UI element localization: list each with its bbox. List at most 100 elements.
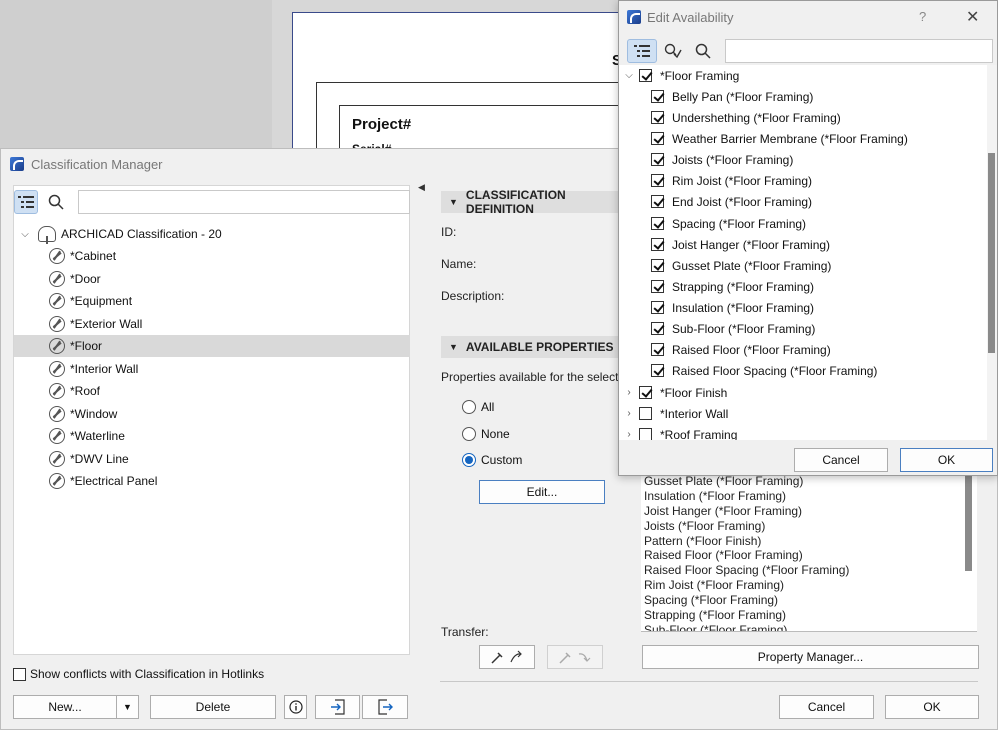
property-row[interactable]: Sub-Floor (*Floor Framing) [651,318,815,339]
property-checkbox[interactable] [651,301,664,314]
chevron-right-icon[interactable]: › [621,429,637,440]
radio-custom-button[interactable] [462,453,476,467]
property-row[interactable]: Rim Joist (*Floor Framing) [651,170,812,191]
classification-definition-header[interactable]: ▼ CLASSIFICATION DEFINITION [441,188,621,216]
radio-custom[interactable]: Custom [462,453,522,467]
property-checkbox[interactable] [651,90,664,103]
list-item[interactable]: Strapping (*Floor Framing) [641,608,977,623]
import-button[interactable] [315,695,360,719]
tree-item[interactable]: *Equipment [14,290,410,312]
group-checkbox[interactable] [639,386,652,399]
property-checkbox[interactable] [651,111,664,124]
availability-search-input[interactable] [725,39,993,63]
property-row[interactable]: Insulation (*Floor Framing) [651,297,814,318]
show-conflicts-checkbox[interactable] [13,667,26,681]
ea-ok-button[interactable]: OK [900,448,993,472]
list-item[interactable]: Sub-Floor (*Floor Framing) [641,623,977,631]
property-checkbox[interactable] [651,174,664,187]
radio-all-button[interactable] [462,400,476,414]
ea-cancel-button[interactable]: Cancel [794,448,888,472]
available-properties-header[interactable]: ▼ AVAILABLE PROPERTIES [441,336,621,358]
property-row[interactable]: Belly Pan (*Floor Framing) [651,86,813,107]
tree-item[interactable]: *Interior Wall [14,358,410,380]
property-checkbox[interactable] [651,217,664,230]
tree-item[interactable]: *DWV Line [14,448,410,470]
tree-view-icon[interactable] [627,39,657,63]
edit-button[interactable]: Edit... [479,480,605,504]
export-button[interactable] [362,695,408,719]
property-checkbox[interactable] [651,259,664,272]
list-item[interactable]: Insulation (*Floor Framing) [641,489,977,504]
transfer-inject-button[interactable] [547,645,603,669]
tree-item[interactable]: *Electrical Panel [14,470,410,492]
collapse-panel-icon[interactable]: ◀ [418,182,425,193]
property-row[interactable]: Strapping (*Floor Framing) [651,276,814,297]
tree-item[interactable]: *Window [14,403,410,425]
filter-checked-icon[interactable] [661,39,685,63]
tree-item[interactable]: *Roof [14,380,410,402]
property-list-scrollbar[interactable] [965,476,972,571]
property-row[interactable]: Undershething (*Floor Framing) [651,107,841,128]
list-item[interactable]: Spacing (*Floor Framing) [641,593,977,608]
group-checkbox[interactable] [639,407,652,420]
property-checkbox[interactable] [651,153,664,166]
list-item[interactable]: Pattern (*Floor Finish) [641,534,977,549]
property-row[interactable]: End Joist (*Floor Framing) [651,191,812,212]
property-checkbox[interactable] [651,195,664,208]
search-icon[interactable] [44,190,68,214]
property-row[interactable]: Joist Hanger (*Floor Framing) [651,234,830,255]
property-row[interactable]: Joists (*Floor Framing) [651,149,793,170]
group-interior-wall[interactable]: › *Interior Wall [621,403,728,424]
property-checkbox[interactable] [651,238,664,251]
availability-scrollbar-thumb[interactable] [988,153,995,353]
list-item[interactable]: Raised Floor Spacing (*Floor Framing) [641,563,977,578]
radio-none-button[interactable] [462,427,476,441]
chevron-right-icon[interactable]: › [621,408,637,419]
property-row[interactable]: Raised Floor Spacing (*Floor Framing) [651,360,877,381]
group-roof-framing[interactable]: › *Roof Framing [621,424,737,440]
tree-item[interactable]: *Door [14,268,410,290]
info-button[interactable] [284,695,307,719]
delete-button[interactable]: Delete [150,695,276,719]
group-checkbox[interactable] [639,69,652,82]
chevron-down-icon[interactable]: ⌵ [18,229,32,240]
list-item[interactable]: Joist Hanger (*Floor Framing) [641,504,977,519]
tree-item-selected[interactable]: *Floor [14,335,410,357]
help-button[interactable]: ? [919,9,926,24]
group-checkbox[interactable] [639,428,652,440]
list-item[interactable]: Rim Joist (*Floor Framing) [641,578,977,593]
list-item[interactable]: Raised Floor (*Floor Framing) [641,548,977,563]
transfer-pick-button[interactable] [479,645,535,669]
property-row[interactable]: Spacing (*Floor Framing) [651,213,806,234]
chevron-right-icon[interactable]: › [621,387,637,398]
tree-item[interactable]: *Exterior Wall [14,313,410,335]
chevron-down-icon[interactable]: ⌵ [621,70,637,81]
tree-root[interactable]: ⌵ ARCHICAD Classification - 20 [14,223,410,245]
group-floor-framing[interactable]: ⌵ *Floor Framing [621,65,739,86]
ok-button[interactable]: OK [885,695,979,719]
property-row[interactable]: Raised Floor (*Floor Framing) [651,339,831,360]
show-conflicts-row[interactable]: Show conflicts with Classification in Ho… [13,667,264,681]
close-icon[interactable]: ✕ [966,7,979,27]
property-checkbox[interactable] [651,343,664,356]
tree-search-input[interactable] [78,190,410,214]
group-floor-finish[interactable]: › *Floor Finish [621,382,727,403]
radio-all[interactable]: All [462,400,494,414]
tree-item[interactable]: *Waterline [14,425,410,447]
list-item[interactable]: Joists (*Floor Framing) [641,519,977,534]
tree-view-icon[interactable] [14,190,38,214]
property-manager-button[interactable]: Property Manager... [642,645,979,669]
available-properties-list[interactable]: Gusset Plate (*Floor Framing) Insulation… [641,474,977,632]
new-button[interactable]: New... [13,695,117,719]
property-checkbox[interactable] [651,364,664,377]
search-icon[interactable] [691,39,715,63]
list-item[interactable]: Gusset Plate (*Floor Framing) [641,474,977,489]
property-row[interactable]: Weather Barrier Membrane (*Floor Framing… [651,128,908,149]
property-checkbox[interactable] [651,280,664,293]
property-checkbox[interactable] [651,322,664,335]
property-row[interactable]: Gusset Plate (*Floor Framing) [651,255,831,276]
cancel-button[interactable]: Cancel [779,695,874,719]
new-dropdown-button[interactable]: ▼ [116,695,139,719]
property-checkbox[interactable] [651,132,664,145]
tree-item[interactable]: *Cabinet [14,245,410,267]
